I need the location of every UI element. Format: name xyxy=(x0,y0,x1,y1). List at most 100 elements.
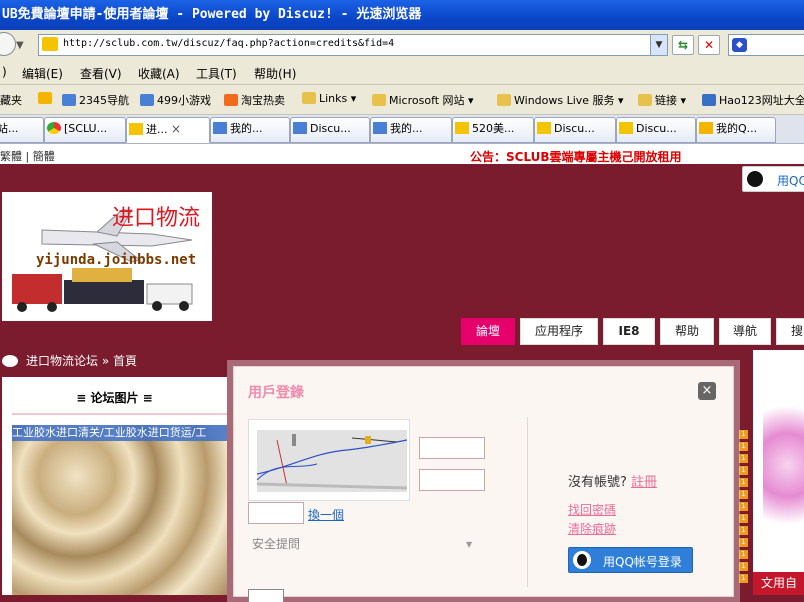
ad-label[interactable]: 文用自 xyxy=(753,572,804,595)
fav-item[interactable]: 499小游戏 xyxy=(140,92,211,108)
browser-tab[interactable]: 520美... xyxy=(452,117,534,143)
security-question-select[interactable]: 安全提問 xyxy=(252,535,300,552)
menu-help[interactable]: 帮助(H) xyxy=(254,65,296,82)
hao123-icon xyxy=(702,94,716,106)
chevron-down-icon[interactable]: ▼ xyxy=(466,540,472,549)
favorites-bar: 藏夹 2345导航 499小游戏 淘宝热卖 Links ▾ Microsoft … xyxy=(0,85,804,115)
page-icon xyxy=(213,122,227,134)
login-submit-button[interactable] xyxy=(248,589,284,602)
nav-guide[interactable]: 導航 xyxy=(719,318,771,345)
register-link[interactable]: 註冊 xyxy=(631,475,657,490)
qq-login-button[interactable]: 用QQ帐号登录 xyxy=(568,547,693,573)
browser-tab[interactable]: Discu... xyxy=(616,117,696,143)
menu-favorites[interactable]: 收藏(A) xyxy=(138,65,180,82)
tab-label: Discu... xyxy=(554,122,595,135)
pistachio-photo[interactable] xyxy=(12,425,227,595)
menu-view[interactable]: 查看(V) xyxy=(80,65,122,82)
rank-badge: 1 xyxy=(739,526,748,535)
fav-item[interactable]: Windows Live 服务 ▾ xyxy=(497,92,624,108)
menu-edit[interactable]: 编辑(E) xyxy=(22,65,63,82)
rank-badge: 1 xyxy=(739,466,748,475)
fav-item[interactable]: Microsoft 网站 ▾ xyxy=(372,92,474,108)
menu-bar: ) 编辑(E) 查看(V) 收藏(A) 工具(T) 帮助(H) xyxy=(0,60,804,85)
logo-brand: 进口物流 xyxy=(112,206,201,231)
folder-icon xyxy=(372,94,386,106)
announcement[interactable]: 公告：SCLUB雲端專屬主機己開放租用 xyxy=(470,148,682,165)
clear-traces-link[interactable]: 清除痕跡 xyxy=(568,520,616,537)
rank-badge: 1 xyxy=(739,478,748,487)
rank-badge: 1 xyxy=(739,454,748,463)
close-icon[interactable]: × xyxy=(698,382,716,400)
menu-stub[interactable]: ) xyxy=(2,65,7,79)
breadcrumb-separator: » xyxy=(101,354,110,368)
breadcrumb-forum[interactable]: 进口物流论坛 xyxy=(26,354,98,368)
right-advertisement[interactable]: 文用自 xyxy=(753,350,804,595)
rank-badge: 1 xyxy=(739,490,748,499)
fav-item[interactable]: Links ▾ xyxy=(302,92,356,105)
fav-item[interactable]: 2345导航 xyxy=(62,92,129,108)
page-icon xyxy=(140,94,154,106)
window-title: UB免費論壇申請-使用者論壇 - Powered by Discuz! - 光速… xyxy=(2,7,422,22)
browser-tab-active[interactable]: 进... × xyxy=(126,117,210,143)
qq-login-top-label: 用QQ xyxy=(777,174,804,188)
address-toolbar: ▼ http://sclub.com.tw/discuz/faq.php?act… xyxy=(0,30,804,61)
username-input[interactable] xyxy=(419,437,485,459)
captcha-input[interactable] xyxy=(248,502,304,524)
refresh-icon[interactable]: ⇆ xyxy=(672,35,694,55)
discuz-icon xyxy=(129,123,143,135)
address-dropdown-icon[interactable]: ▼ xyxy=(650,35,667,55)
browser-tab[interactable]: Discu... xyxy=(534,117,616,143)
browser-tab[interactable]: 站... xyxy=(0,117,44,143)
password-input[interactable] xyxy=(419,469,485,491)
nav-help[interactable]: 帮助 xyxy=(660,318,714,345)
no-account-text: 沒有帳號? 註冊 xyxy=(568,471,657,490)
search-input[interactable]: ◆ xyxy=(728,34,804,56)
menu-tools[interactable]: 工具(T) xyxy=(196,65,237,82)
address-url[interactable]: http://sclub.com.tw/discuz/faq.php?actio… xyxy=(63,38,394,49)
tab-label: Discu... xyxy=(310,122,351,135)
baidu-paw-icon: ◆ xyxy=(732,38,747,52)
language-switch[interactable]: 繁體 | 簡體 xyxy=(0,148,55,164)
nav-ie8[interactable]: IE8 xyxy=(603,318,655,345)
qq-login-top-button[interactable]: 用QQ xyxy=(742,166,804,192)
nav-forum[interactable]: 論壇 xyxy=(461,318,515,345)
history-dropdown-icon[interactable]: ▼ xyxy=(16,40,24,51)
browser-tab[interactable]: [SCLU... xyxy=(44,117,126,143)
tab-label: [SCLU... xyxy=(64,122,108,135)
stop-icon[interactable]: ✕ xyxy=(698,35,720,55)
browser-tab[interactable]: Discu... xyxy=(290,117,370,143)
forgot-password-link[interactable]: 找回密碼 xyxy=(568,501,616,518)
forum-logo[interactable]: 进口物流 yijunda.joinbbs.net xyxy=(2,192,212,321)
forum-image-box: ≡ 论坛图片 ≡ 工业胶水进口清关/工业胶水进口货运/工 xyxy=(2,377,227,595)
fav-item[interactable] xyxy=(38,92,55,105)
window-title-bar: UB免費論壇申請-使用者論壇 - Powered by Discuz! - 光速… xyxy=(0,0,804,30)
tab-label: 进... xyxy=(146,123,168,136)
fav-label: 链接 xyxy=(655,94,677,107)
folder-icon xyxy=(638,94,652,106)
fav-item[interactable]: 链接 ▾ xyxy=(638,92,686,108)
star-icon xyxy=(699,122,713,134)
fav-item[interactable]: 淘宝热卖 xyxy=(224,92,285,108)
nav-search[interactable]: 搜 xyxy=(776,318,804,345)
folder-icon xyxy=(302,92,316,104)
ad-image xyxy=(763,390,804,540)
close-tab-icon[interactable]: × xyxy=(171,122,181,136)
back-button[interactable] xyxy=(0,32,16,56)
nav-apps[interactable]: 应用程序 xyxy=(520,318,598,345)
favorites-stub[interactable]: 藏夹 xyxy=(0,92,22,108)
browser-tab[interactable]: 我的... xyxy=(370,117,452,143)
browser-tab[interactable]: 我的Q... xyxy=(696,117,776,143)
browser-tab[interactable]: 我的... xyxy=(210,117,290,143)
tab-label: 我的Q... xyxy=(716,122,758,135)
page-top-strip: 繁體 | 簡體 公告：SCLUB雲端專屬主機己開放租用 xyxy=(0,144,804,164)
refresh-captcha-link[interactable]: 換一個 xyxy=(308,506,344,523)
tab-label: 520美... xyxy=(472,122,515,135)
chrome-icon xyxy=(47,122,61,134)
breadcrumb-home[interactable]: 首頁 xyxy=(113,354,137,368)
tab-label: 我的... xyxy=(230,122,263,135)
photo-caption[interactable]: 工业胶水进口清关/工业胶水进口货运/工 xyxy=(12,425,227,441)
fav-item[interactable]: Hao123网址大全 xyxy=(702,92,804,108)
page-icon xyxy=(293,122,307,134)
fav-label: Hao123网址大全 xyxy=(719,94,804,107)
address-bar[interactable]: http://sclub.com.tw/discuz/faq.php?actio… xyxy=(38,34,668,56)
